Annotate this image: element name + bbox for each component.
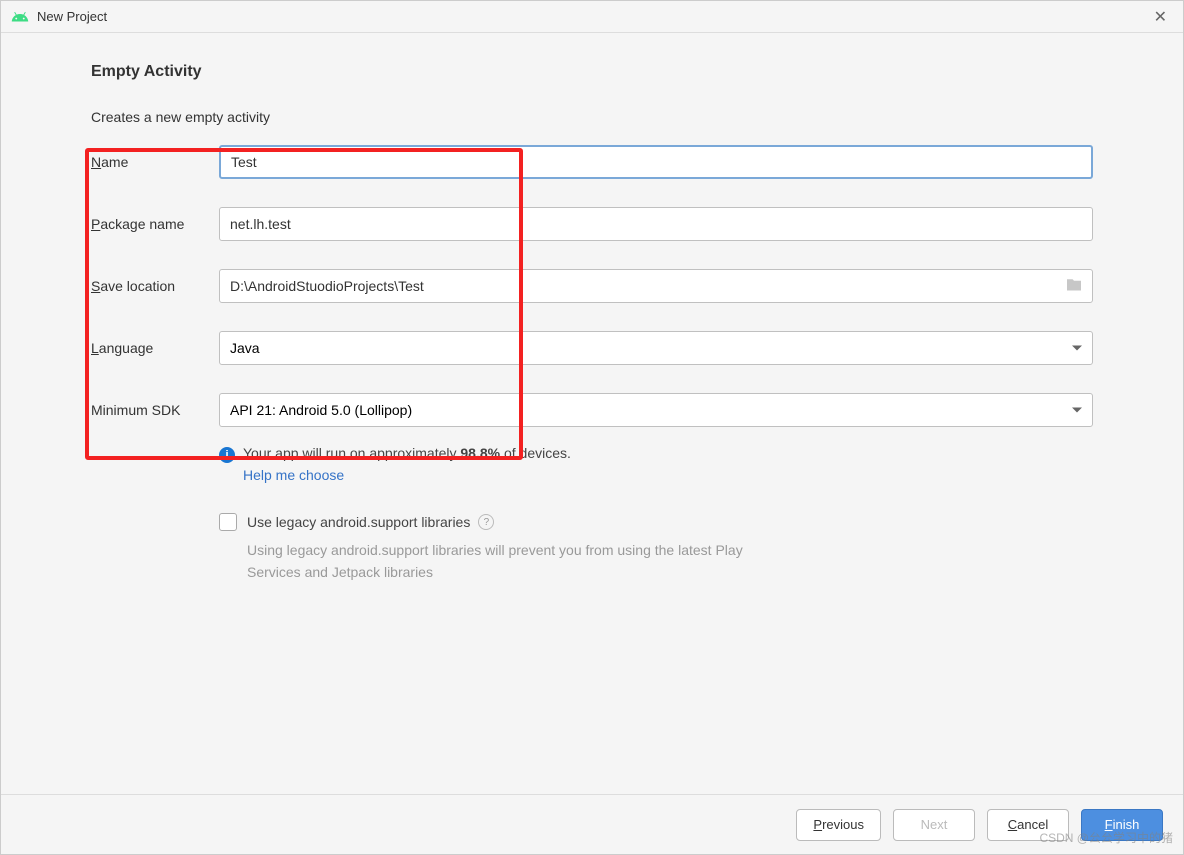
package-field[interactable] [219,207,1093,241]
legacy-checkbox[interactable] [219,513,237,531]
minsdk-value: API 21: Android 5.0 (Lollipop) [230,402,412,418]
help-icon[interactable]: ? [478,514,494,530]
close-icon[interactable]: ✕ [1148,7,1173,27]
row-location: Save location [91,269,1093,303]
row-name: Name [91,145,1093,179]
page-title: Empty Activity [91,63,1093,81]
row-package: Package name [91,207,1093,241]
row-language: Language Java [91,331,1093,365]
label-location: Save location [91,278,219,294]
titlebar: New Project ✕ [1,1,1183,33]
legacy-label: Use legacy android.support libraries [247,514,470,530]
browse-folder-icon[interactable] [1065,277,1083,296]
label-package: Package name [91,216,219,232]
project-form: Name Package name Save location Language [91,145,1093,584]
legacy-checkbox-row: Use legacy android.support libraries ? [219,513,1093,531]
coverage-info-row: i Your app will run on approximately 98.… [219,445,1093,463]
finish-button[interactable]: Finish [1081,809,1163,841]
footer: Previous Next Cancel Finish [1,794,1183,854]
language-select[interactable]: Java [219,331,1093,365]
page-subtitle: Creates a new empty activity [91,109,1093,125]
language-value: Java [230,340,260,356]
previous-button[interactable]: Previous [796,809,881,841]
help-choose-link[interactable]: Help me choose [243,467,1093,483]
window-title: New Project [37,9,1148,24]
next-button: Next [893,809,975,841]
legacy-desc: Using legacy android.support libraries w… [247,539,787,584]
label-name: Name [91,154,219,170]
name-field[interactable] [219,145,1093,179]
coverage-text: Your app will run on approximately 98.8%… [243,445,571,461]
cancel-button[interactable]: Cancel [987,809,1069,841]
minsdk-select[interactable]: API 21: Android 5.0 (Lollipop) [219,393,1093,427]
info-icon: i [219,447,235,463]
chevron-down-icon [1072,346,1082,351]
label-minsdk: Minimum SDK [91,402,219,418]
location-field[interactable] [219,269,1093,303]
label-language: Language [91,340,219,356]
android-logo-icon [11,8,29,26]
content-area: Empty Activity Creates a new empty activ… [1,33,1183,794]
chevron-down-icon [1072,408,1082,413]
row-minsdk: Minimum SDK API 21: Android 5.0 (Lollipo… [91,393,1093,427]
